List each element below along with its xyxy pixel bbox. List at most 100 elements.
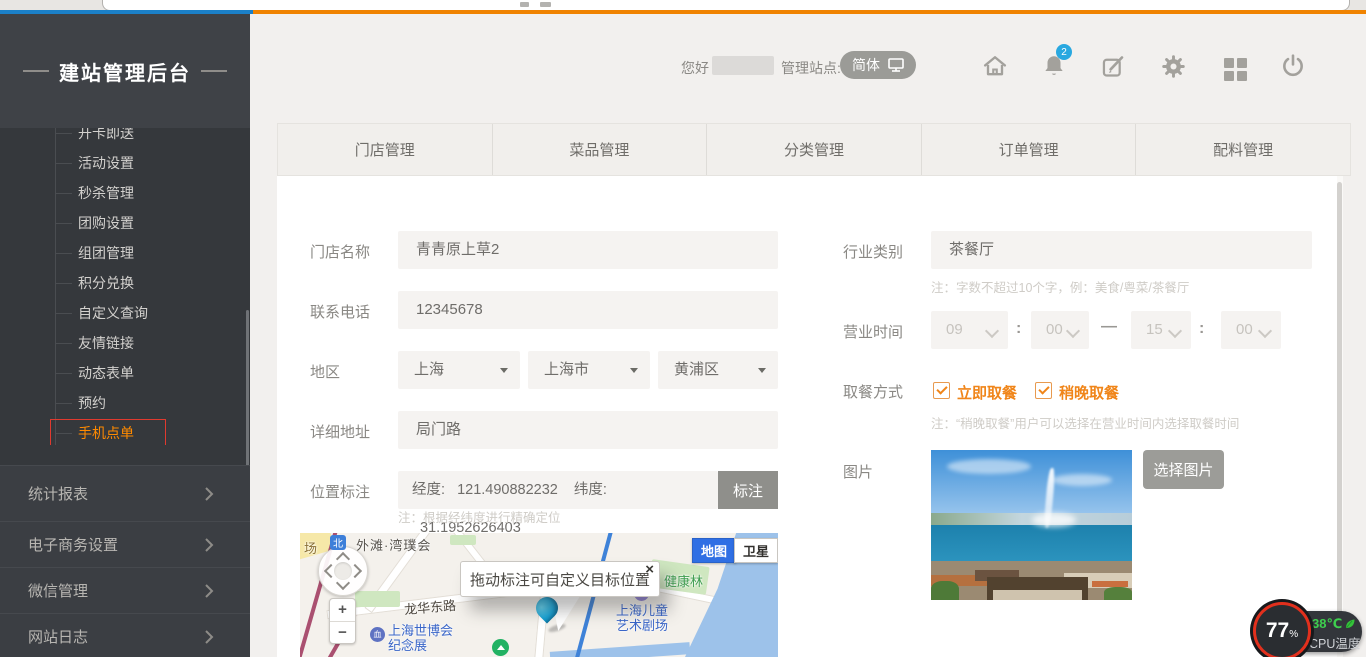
- sidebar-item[interactable]: 自定义查询: [0, 298, 250, 328]
- sidebar-section-wechat[interactable]: 微信管理: [0, 567, 250, 613]
- address-input[interactable]: 局门路: [398, 411, 778, 449]
- sidebar-item-label: 积分兑换: [78, 275, 134, 291]
- accent-bar-orange: [253, 10, 1366, 14]
- chevron-down-icon: [1258, 324, 1272, 338]
- map-zoom-control: + −: [329, 598, 356, 644]
- pickup-later-label[interactable]: 稍晚取餐: [1059, 382, 1119, 403]
- sidebar-item[interactable]: 组团管理: [0, 238, 250, 268]
- choose-image-button[interactable]: 选择图片: [1143, 450, 1224, 489]
- page: 建站管理后台 开卡即送 活动设置 秒杀管理 团购设置 组团管理 积分兑换 自定义…: [0, 0, 1366, 657]
- apps-button[interactable]: [1220, 54, 1250, 84]
- industry-label: 行业类别: [843, 241, 903, 262]
- section-label: 统计报表: [28, 483, 88, 504]
- sidebar-item[interactable]: 动态表单: [0, 358, 250, 388]
- map-pan-control[interactable]: [318, 546, 368, 596]
- open-minute-value: 00: [1046, 321, 1063, 338]
- store-name-input[interactable]: 青青原上草2: [398, 231, 778, 269]
- map-widget[interactable]: 场 外滩·湾璞会 龙华东路 血 上海世博会 纪念展 ♪ 上海儿童 艺术剧场 健康…: [300, 533, 778, 657]
- photo-poi-icon: [492, 639, 509, 656]
- settings-button[interactable]: [1158, 51, 1188, 81]
- logout-button[interactable]: [1278, 51, 1308, 81]
- zoom-out-button[interactable]: −: [330, 622, 355, 644]
- province-select[interactable]: 上海: [398, 351, 520, 389]
- pickup-later-checkbox[interactable]: [1035, 382, 1052, 399]
- map-label-park: 健康林: [664, 571, 703, 590]
- province-value: 上海: [414, 361, 444, 378]
- sidebar-item-label: 秒杀管理: [78, 185, 134, 201]
- map-type-map-button[interactable]: 地图: [692, 538, 736, 563]
- zoom-in-button[interactable]: +: [330, 599, 355, 622]
- region-label: 地区: [310, 361, 340, 382]
- tab-order[interactable]: 订单管理: [922, 124, 1137, 175]
- phone-input[interactable]: 12345678: [398, 291, 778, 329]
- scrollbar-thumb[interactable]: [1337, 182, 1342, 644]
- sidebar-section-stats[interactable]: 统计报表: [0, 465, 250, 521]
- address-bar-fragment: [520, 2, 529, 7]
- sidebar-item[interactable]: 积分兑换: [0, 268, 250, 298]
- store-photo: [931, 450, 1132, 600]
- map-label-expo: 上海世博会 纪念展: [388, 623, 453, 653]
- museum-poi-icon: 血: [370, 627, 385, 642]
- map-label-road: 龙华东路: [403, 595, 456, 618]
- content-scrollbar[interactable]: [1337, 176, 1343, 657]
- chevron-down-icon: [1168, 324, 1182, 338]
- language-button[interactable]: 简体: [840, 51, 916, 79]
- app-title: 建站管理后台: [59, 57, 191, 86]
- district-select[interactable]: 黄浦区: [658, 351, 778, 389]
- industry-input[interactable]: 茶餐厅: [931, 231, 1312, 269]
- mark-location-button[interactable]: 标注: [718, 471, 778, 509]
- map-park: [450, 535, 476, 545]
- edit-button[interactable]: [1098, 51, 1128, 81]
- check-icon: [936, 383, 947, 394]
- lng-value: 121.490882232: [457, 482, 558, 498]
- tooltip-close-icon[interactable]: ×: [645, 562, 654, 577]
- caret-down-icon: [630, 368, 638, 373]
- home-button[interactable]: [980, 51, 1010, 81]
- tab-category[interactable]: 分类管理: [707, 124, 922, 175]
- tab-store[interactable]: 门店管理: [278, 124, 493, 175]
- map-water: [550, 642, 690, 657]
- phone-label: 联系电话: [310, 301, 370, 322]
- sidebar-item[interactable]: 预约: [0, 388, 250, 418]
- close-minute-value: 00: [1236, 321, 1253, 338]
- pan-center-knob[interactable]: [333, 561, 353, 581]
- sidebar-item-label: 自定义查询: [78, 305, 148, 321]
- tree-tick: [55, 343, 72, 344]
- map-label-theater: 上海儿童 艺术剧场: [616, 603, 668, 633]
- open-hour-select[interactable]: 09: [931, 311, 1008, 349]
- cpu-usage-circle[interactable]: 77%: [1253, 602, 1311, 657]
- tree-tick: [55, 253, 72, 254]
- active-item-highlight: [50, 419, 166, 445]
- username-redacted: [712, 56, 774, 75]
- cpu-widget-label: CPU温度: [1309, 633, 1360, 652]
- browser-strip: [0, 0, 1366, 10]
- sidebar-item[interactable]: 开卡即送: [0, 128, 250, 148]
- sidebar-item-label: 友情链接: [78, 335, 134, 351]
- cpu-temperature: 38℃: [1312, 616, 1356, 632]
- tree-tick: [55, 223, 72, 224]
- district-value: 黄浦区: [674, 361, 719, 378]
- city-select[interactable]: 上海市: [528, 351, 650, 389]
- notification-badge: 2: [1056, 44, 1072, 60]
- close-minute-select[interactable]: 00: [1221, 311, 1281, 349]
- close-hour-value: 15: [1146, 321, 1163, 338]
- sidebar-section-logs[interactable]: 网站日志: [0, 613, 250, 657]
- coordinates-field[interactable]: 经度: 121.490882232 纬度: 31.1952626403: [398, 471, 718, 509]
- sidebar-item[interactable]: 团购设置: [0, 208, 250, 238]
- chevron-right-icon: [204, 583, 214, 599]
- sidebar-item[interactable]: 秒杀管理: [0, 178, 250, 208]
- tab-dish[interactable]: 菜品管理: [493, 124, 708, 175]
- check-icon: [1038, 383, 1049, 394]
- pickup-now-label[interactable]: 立即取餐: [957, 382, 1017, 403]
- section-label: 微信管理: [28, 580, 88, 601]
- sidebar-item[interactable]: 活动设置: [0, 148, 250, 178]
- sidebar-section-ecommerce[interactable]: 电子商务设置: [0, 521, 250, 567]
- pickup-now-checkbox[interactable]: [933, 382, 950, 399]
- sidebar-item[interactable]: 友情链接: [0, 328, 250, 358]
- map-type-satellite-button[interactable]: 卫星: [734, 538, 778, 563]
- open-minute-select[interactable]: 00: [1031, 311, 1089, 349]
- close-hour-select[interactable]: 15: [1131, 311, 1191, 349]
- caret-down-icon: [500, 368, 508, 373]
- tab-ingredient[interactable]: 配料管理: [1136, 124, 1350, 175]
- open-hour-value: 09: [946, 321, 963, 338]
